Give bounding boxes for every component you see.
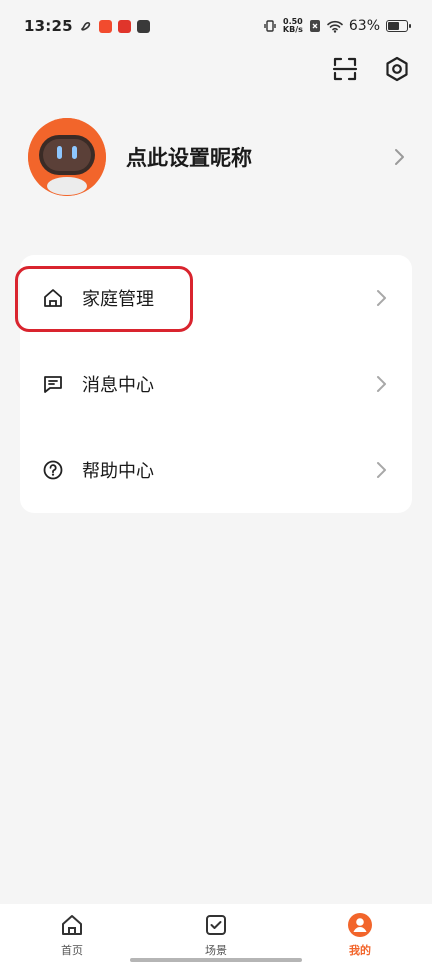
status-bar: 13:25 0.50 KB/s 63%	[0, 0, 432, 52]
status-right: 0.50 KB/s 63%	[263, 18, 411, 34]
vibrate-icon	[264, 20, 276, 32]
profile-row[interactable]: 点此设置昵称	[28, 118, 412, 196]
menu-item-message-center[interactable]: 消息中心	[20, 341, 412, 427]
menu-item-help-center[interactable]: 帮助中心	[20, 427, 412, 513]
battery-fill	[388, 22, 399, 30]
tab-home[interactable]: 首页	[0, 904, 144, 964]
settings-button[interactable]	[382, 54, 412, 84]
chevron-right-icon	[377, 376, 386, 392]
network-speed: 0.50 KB/s	[283, 18, 303, 34]
battery-tip	[409, 24, 411, 28]
nickname-label[interactable]: 点此设置昵称	[126, 142, 390, 172]
robot-avatar-icon	[28, 118, 106, 196]
no-sim-icon	[309, 20, 320, 32]
home-tab-icon	[59, 912, 85, 938]
menu-card: 家庭管理 消息中心 帮助中心	[15, 255, 412, 513]
app-notification-icon	[80, 22, 90, 31]
status-left: 13:25	[24, 17, 150, 35]
menu-item-label: 帮助中心	[82, 461, 154, 482]
wifi-icon	[327, 20, 343, 33]
video-app-icon	[136, 19, 150, 33]
chevron-right-icon	[377, 462, 386, 478]
profile-tab-icon	[347, 912, 373, 938]
network-speed-unit: KB/s	[282, 25, 303, 34]
top-actions	[330, 54, 412, 84]
battery-percent: 63%	[348, 18, 380, 34]
scan-button[interactable]	[330, 54, 360, 84]
chevron-right-icon	[377, 290, 386, 306]
menu-item-family-management[interactable]: 家庭管理	[15, 255, 412, 341]
tab-label: 首页	[61, 944, 83, 957]
message-icon	[42, 373, 64, 395]
robot-avatar[interactable]	[28, 118, 106, 196]
highlight-circle	[15, 266, 193, 332]
scan-icon	[332, 57, 358, 81]
bottom-nav: 首页 场景 我的	[0, 904, 432, 964]
status-time: 13:25	[24, 17, 73, 35]
settings-icon	[386, 56, 408, 82]
tab-scene[interactable]: 场景	[144, 904, 288, 964]
chevron-right-icon	[395, 149, 404, 165]
menu-item-label: 消息中心	[82, 375, 154, 396]
scene-tab-icon	[203, 912, 229, 938]
tab-label: 我的	[349, 944, 371, 957]
tab-label: 场景	[205, 944, 227, 957]
home-indicator[interactable]	[130, 958, 302, 962]
help-icon	[42, 459, 64, 481]
tab-profile[interactable]: 我的	[288, 904, 432, 964]
battery-icon	[386, 20, 411, 32]
news-app-icon	[117, 19, 131, 33]
shopping-app-icon	[98, 19, 112, 33]
